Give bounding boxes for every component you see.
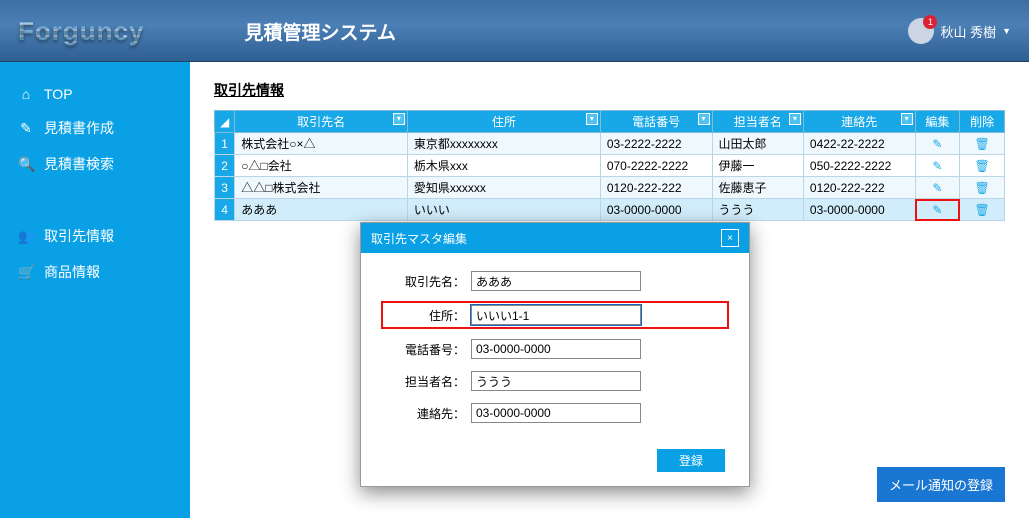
register-button[interactable]: 登録 [657,449,725,472]
chevron-down-icon: ▼ [1002,26,1011,36]
edit-modal: 取引先マスタ編集 × 取引先名： 住所： 電話番号： 担当者名： 連絡先： 登録 [360,222,750,487]
chevron-down-icon[interactable]: ▾ [789,113,801,125]
people-icon: 👥 [18,228,34,245]
notification-badge: 1 [923,15,937,29]
col-tel[interactable]: 電話番号▾ [600,111,712,133]
user-name: 秋山 秀樹 [940,22,996,41]
cell-name: 株式会社○×△ [235,133,408,155]
tel-field[interactable] [471,339,641,359]
cell-tel: 03-0000-0000 [600,199,712,221]
label-contact: 連絡先： [385,405,465,422]
delete-icon[interactable]: 🗑 [960,177,1005,199]
sidebar-item-create[interactable]: ✎ 見積書作成 [0,110,190,146]
col-contact[interactable]: 連絡先▾ [803,111,915,133]
sidebar-item-products[interactable]: 🛒 商品情報 [0,254,190,290]
col-rownum[interactable]: ◢ [215,111,235,133]
chevron-down-icon[interactable]: ▾ [901,113,913,125]
label-tel: 電話番号： [385,341,465,358]
page-title: 取引先情報 [214,80,1005,100]
sidebar-item-label: 商品情報 [44,262,100,282]
row-number: 1 [215,133,235,155]
pencil-icon: ✎ [18,120,34,137]
chevron-down-icon[interactable]: ▾ [586,113,598,125]
sidebar: ⌂ TOP ✎ 見積書作成 🔍 見積書検索 👥 取引先情報 🛒 商品情報 [0,62,190,518]
cell-person: 伊藤一 [712,155,803,177]
sidebar-item-label: 見積書作成 [44,118,114,138]
cell-tel: 070-2222-2222 [600,155,712,177]
sidebar-item-top[interactable]: ⌂ TOP [0,78,190,110]
mail-register-button[interactable]: メール通知の登録 [877,467,1005,502]
cell-addr: 東京都xxxxxxxx [407,133,600,155]
sidebar-item-label: TOP [44,86,73,102]
cell-addr: いいい [407,199,600,221]
modal-header: 取引先マスタ編集 × [361,223,749,253]
chevron-down-icon[interactable]: ▾ [698,113,710,125]
label-person: 担当者名： [385,373,465,390]
delete-icon[interactable]: 🗑 [960,133,1005,155]
cell-tel: 03-2222-2222 [600,133,712,155]
cell-addr: 愛知県xxxxxx [407,177,600,199]
col-name[interactable]: 取引先名▾ [235,111,408,133]
delete-icon[interactable]: 🗑 [960,199,1005,221]
cart-icon: 🛒 [18,264,34,281]
col-person[interactable]: 担当者名▾ [712,111,803,133]
label-addr: 住所： [385,307,465,324]
cell-contact: 050-2222-2222 [803,155,915,177]
system-title: 見積管理システム [244,18,395,45]
addr-field[interactable] [471,305,641,325]
avatar: 1 [908,18,934,44]
table-row[interactable]: 1株式会社○×△東京都xxxxxxxx03-2222-2222山田太郎0422-… [215,133,1005,155]
modal-title: 取引先マスタ編集 [371,230,467,247]
home-icon: ⌂ [18,86,34,102]
cell-person: 佐藤恵子 [712,177,803,199]
table-row[interactable]: 4あああいいい03-0000-0000ううう03-0000-0000✎🗑 [215,199,1005,221]
edit-icon[interactable]: ✎ [915,199,960,221]
table-row[interactable]: 3△△□株式会社愛知県xxxxxx0120-222-222佐藤恵子0120-22… [215,177,1005,199]
app-header: Forguncy 見積管理システム 1 秋山 秀樹 ▼ [0,0,1029,62]
col-delete: 削除 [960,111,1005,133]
customers-table: ◢ 取引先名▾ 住所▾ 電話番号▾ 担当者名▾ 連絡先▾ 編集 削除 1株式会社… [214,110,1005,221]
col-addr[interactable]: 住所▾ [407,111,600,133]
sidebar-item-customers[interactable]: 👥 取引先情報 [0,218,190,254]
edit-icon[interactable]: ✎ [915,133,960,155]
app-logo: Forguncy [18,16,144,47]
edit-icon[interactable]: ✎ [915,155,960,177]
cell-addr: 栃木県xxx [407,155,600,177]
close-icon[interactable]: × [721,229,739,247]
delete-icon[interactable]: 🗑 [960,155,1005,177]
row-number: 4 [215,199,235,221]
sidebar-item-search[interactable]: 🔍 見積書検索 [0,146,190,182]
cell-person: 山田太郎 [712,133,803,155]
sidebar-item-label: 取引先情報 [44,226,114,246]
row-number: 3 [215,177,235,199]
sidebar-item-label: 見積書検索 [44,154,114,174]
user-menu[interactable]: 1 秋山 秀樹 ▼ [908,18,1011,44]
cell-person: ううう [712,199,803,221]
label-name: 取引先名： [385,273,465,290]
cell-contact: 03-0000-0000 [803,199,915,221]
edit-icon[interactable]: ✎ [915,177,960,199]
name-field[interactable] [471,271,641,291]
cell-contact: 0120-222-222 [803,177,915,199]
table-row[interactable]: 2○△□会社栃木県xxx070-2222-2222伊藤一050-2222-222… [215,155,1005,177]
cell-contact: 0422-22-2222 [803,133,915,155]
contact-field[interactable] [471,403,641,423]
search-icon: 🔍 [18,156,34,173]
cell-name: あああ [235,199,408,221]
chevron-down-icon[interactable]: ▾ [393,113,405,125]
person-field[interactable] [471,371,641,391]
cell-name: △△□株式会社 [235,177,408,199]
cell-tel: 0120-222-222 [600,177,712,199]
row-number: 2 [215,155,235,177]
col-edit: 編集 [915,111,960,133]
cell-name: ○△□会社 [235,155,408,177]
